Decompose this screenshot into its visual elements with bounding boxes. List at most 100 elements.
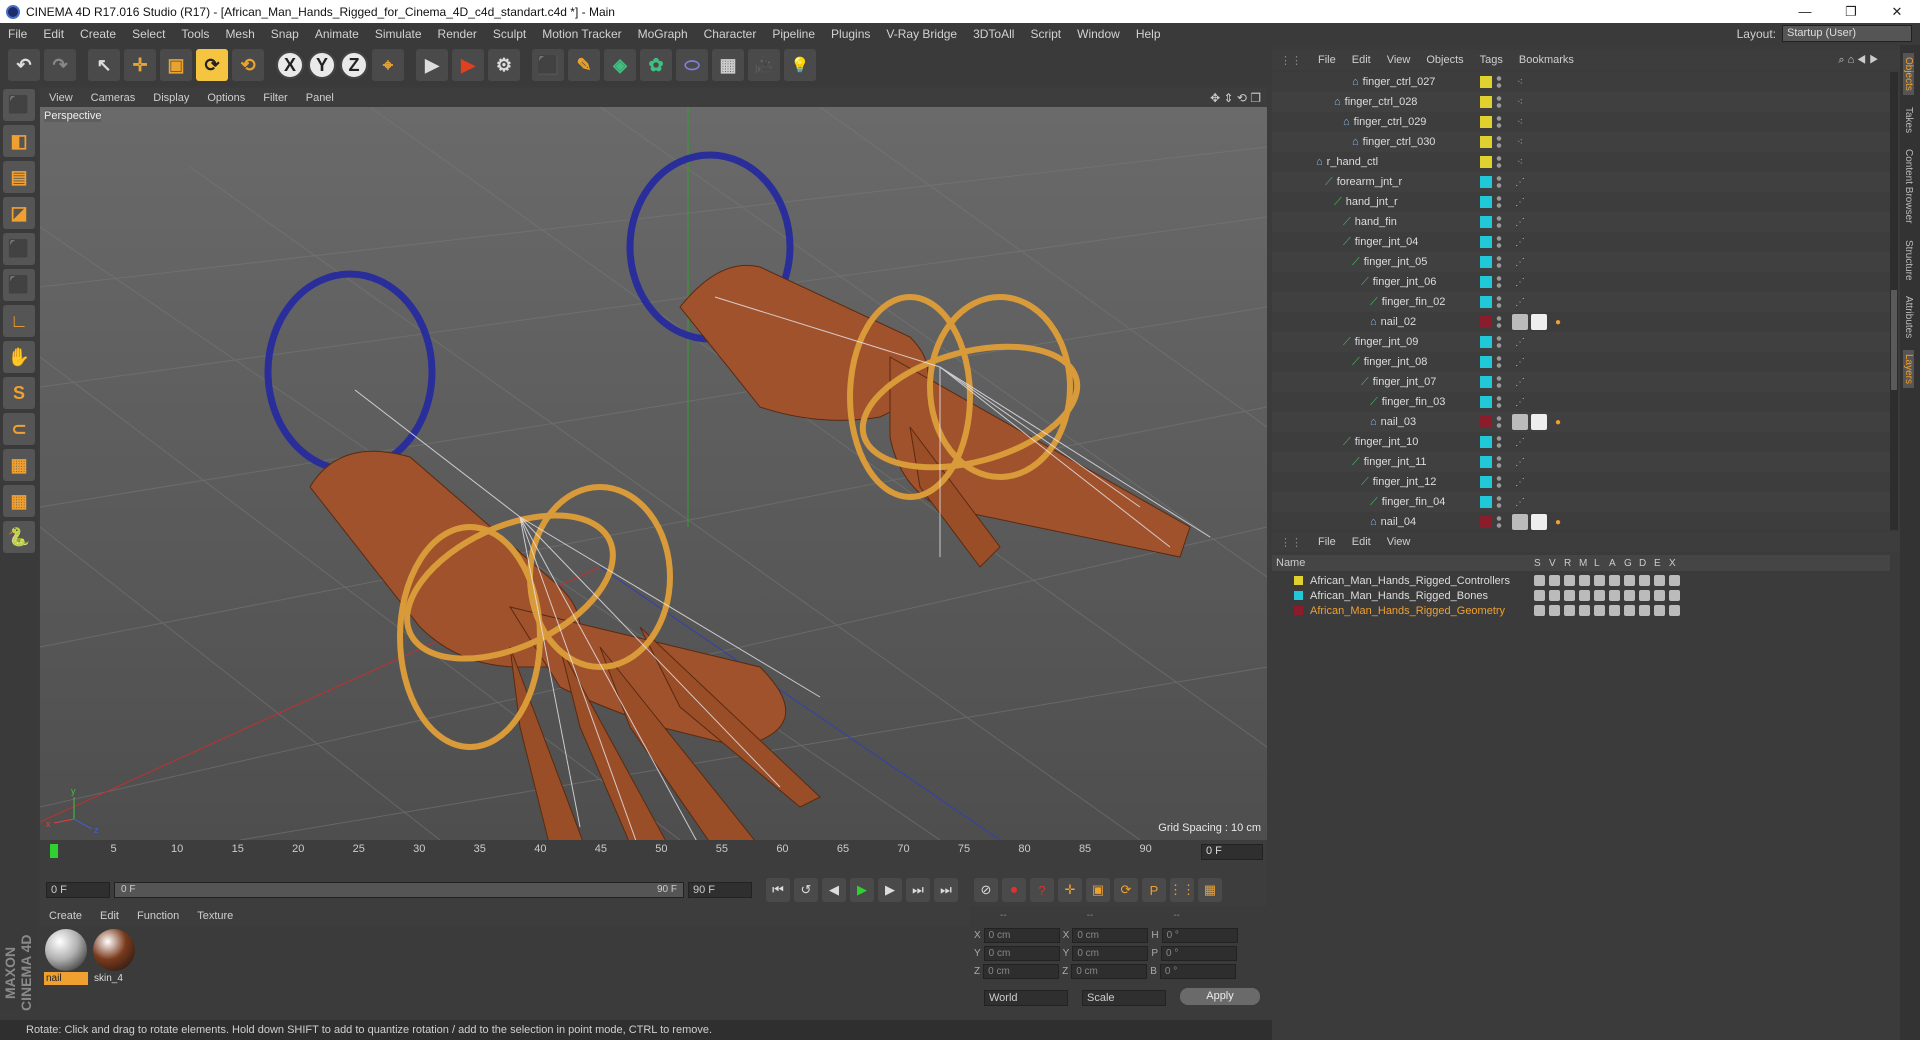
layer-toggle-icon[interactable] [1669,590,1680,601]
layer-col-v[interactable]: V [1549,558,1556,569]
viewport-menu-view[interactable]: View [40,92,82,104]
layer-toggle-icon[interactable] [1639,590,1650,601]
object-menu-edit[interactable]: Edit [1344,54,1379,66]
layer-color-swatch[interactable] [1480,196,1492,208]
layer-color-swatch[interactable] [1294,591,1303,600]
visibility-dots[interactable] [1496,335,1502,349]
layer-color-swatch[interactable] [1480,496,1492,508]
start-frame-field[interactable]: 0 F [46,882,110,898]
ik-tag-icon[interactable]: ⋰ [1512,234,1528,250]
controller-tag-icon[interactable]: ⁖ [1512,94,1528,110]
layer-color-swatch[interactable] [1480,96,1492,108]
layer-color-swatch[interactable] [1480,116,1492,128]
visibility-dots[interactable] [1496,215,1502,229]
object-row[interactable]: ⟋ finger_jnt_12 ⋰ [1272,472,1890,492]
live-selection-button[interactable]: ↖ [88,49,120,81]
layer-color-swatch[interactable] [1480,316,1492,328]
menu-select[interactable]: Select [124,23,173,45]
layer-row[interactable]: African_Man_Hands_Rigged_Controllers [1272,573,1890,588]
workplane-mode-button[interactable]: ▤ [3,161,35,193]
menu-plugins[interactable]: Plugins [823,23,878,45]
visibility-dots[interactable] [1496,515,1502,529]
layer-color-swatch[interactable] [1480,456,1492,468]
phong-tag-icon[interactable] [1512,414,1528,430]
object-menu-file[interactable]: File [1310,54,1344,66]
edges-mode-button[interactable]: ⬛ [3,233,35,265]
scale-tool-button[interactable]: ▣ [160,49,192,81]
menu-tools[interactable]: Tools [173,23,217,45]
subdivision-surface-button[interactable]: ◈ [604,49,636,81]
floor-button[interactable]: ▦ [712,49,744,81]
object-menu-bookmarks[interactable]: Bookmarks [1511,54,1582,66]
layer-col-r[interactable]: R [1564,558,1571,569]
layer-color-swatch[interactable] [1480,516,1492,528]
previous-key-button[interactable]: ↺ [794,878,818,902]
layer-menu-file[interactable]: File [1310,536,1344,548]
perspective-viewport[interactable]: y z x Perspective Grid Spacing : 10 cm [40,107,1267,840]
side-tab-layers[interactable]: Layers [1903,350,1914,389]
object-menu-objects[interactable]: Objects [1418,54,1471,66]
menu-sculpt[interactable]: Sculpt [485,23,534,45]
cloner-button[interactable]: ✿ [640,49,672,81]
layer-toggle-icon[interactable] [1564,590,1575,601]
visibility-dots[interactable] [1496,315,1502,329]
render-view-button[interactable]: ▶ [416,49,448,81]
render-picture-viewer-button[interactable]: ▶ [452,49,484,81]
layer-color-swatch[interactable] [1480,416,1492,428]
object-row[interactable]: ⌂ nail_02 ● [1272,312,1890,332]
layer-toggle-icon[interactable] [1579,590,1590,601]
ik-tag-icon[interactable]: ⋰ [1512,394,1528,410]
previous-frame-button[interactable]: ◀ [822,878,846,902]
visibility-dots[interactable] [1496,115,1502,129]
object-row[interactable]: ⟋ hand_jnt_r ⋰ [1272,192,1890,212]
object-menu-tags[interactable]: Tags [1472,54,1511,66]
layer-toggle-icon[interactable] [1564,575,1575,586]
ik-tag-icon[interactable]: ⋰ [1512,494,1528,510]
coordinate-system-button[interactable]: ⌖ [372,49,404,81]
move-tool-button[interactable]: ✛ [124,49,156,81]
frame-range-slider[interactable]: 0 F 90 F [114,882,684,898]
menu-snap[interactable]: Snap [263,23,307,45]
timeline-ruler[interactable]: 051015202530354045505560657075808590 0 F [40,840,1267,874]
visibility-dots[interactable] [1496,495,1502,509]
layer-toggle-icon[interactable] [1534,590,1545,601]
layer-toggle-icon[interactable] [1639,575,1650,586]
ik-tag-icon[interactable]: ⋰ [1512,214,1528,230]
menu-3dtoall[interactable]: 3DToAll [965,23,1022,45]
model-mode-button[interactable]: ⬛ [3,89,35,121]
layer-toggle-icon[interactable] [1549,605,1560,616]
visibility-dots[interactable] [1496,395,1502,409]
object-row[interactable]: ⟋ finger_fin_03 ⋰ [1272,392,1890,412]
layer-toggles[interactable] [1534,575,1680,586]
x-axis-button[interactable]: X [276,51,304,79]
layer-toggle-icon[interactable] [1669,605,1680,616]
layer-menu-edit[interactable]: Edit [1344,536,1379,548]
ik-tag-icon[interactable]: ⋰ [1512,274,1528,290]
phong-tag-icon[interactable] [1512,514,1528,530]
ik-tag-icon[interactable]: ⋰ [1512,354,1528,370]
phong-tag-icon[interactable] [1512,314,1528,330]
current-frame-field[interactable]: 0 F [1201,844,1263,860]
coord-field-b[interactable]: 0 cm [1071,964,1148,979]
visibility-dots[interactable] [1496,155,1502,169]
layer-toggle-icon[interactable] [1669,575,1680,586]
recent-tool-button[interactable]: ⟲ [232,49,264,81]
object-row[interactable]: ⟋ finger_jnt_06 ⋰ [1272,272,1890,292]
object-row[interactable]: ⟋ finger_fin_02 ⋰ [1272,292,1890,312]
playhead[interactable] [50,844,58,858]
weight-tag-icon[interactable]: ● [1550,414,1566,430]
object-row[interactable]: ⟋ finger_jnt_10 ⋰ [1272,432,1890,452]
autokey-button[interactable]: ? [1030,878,1054,902]
menu-v-ray-bridge[interactable]: V-Ray Bridge [878,23,965,45]
menu-character[interactable]: Character [696,23,765,45]
layer-row[interactable]: African_Man_Hands_Rigged_Bones [1272,588,1890,603]
layer-color-swatch[interactable] [1480,176,1492,188]
texture-tag-icon[interactable] [1531,314,1547,330]
coord-field-b[interactable]: 0 cm [1072,946,1149,961]
layer-col-d[interactable]: D [1639,558,1646,569]
object-row[interactable]: ⌂ r_hand_ctl ⁖ [1272,152,1890,172]
side-tab-content-browser[interactable]: Content Browser [1903,145,1914,227]
apply-button[interactable]: Apply [1180,988,1260,1005]
layer-color-swatch[interactable] [1480,256,1492,268]
material-menu-edit[interactable]: Edit [91,910,128,922]
